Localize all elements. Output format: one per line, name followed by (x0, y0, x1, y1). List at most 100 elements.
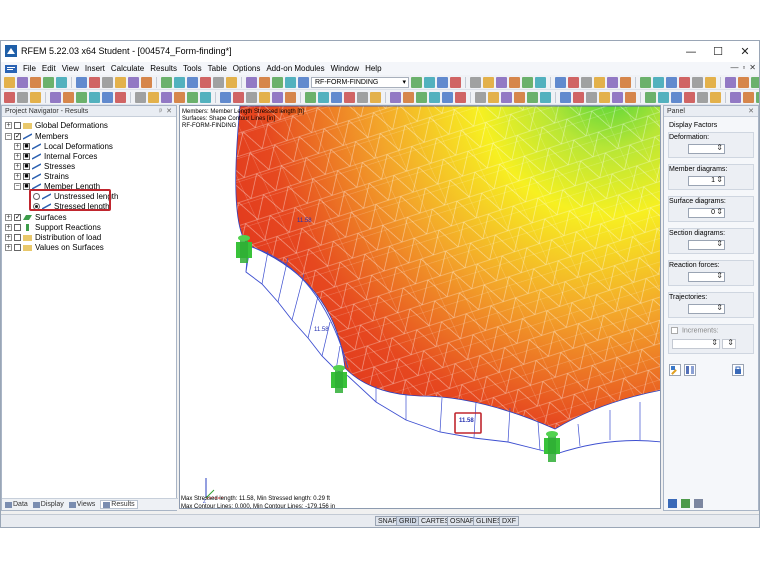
toolbar-tool-icon[interactable] (640, 76, 651, 88)
toolbar-tool-icon[interactable] (115, 76, 126, 88)
panel-tab-icon-3[interactable] (694, 499, 703, 508)
toolbar-tool-icon[interactable] (357, 91, 368, 103)
toolbar-tool-icon[interactable] (488, 91, 499, 103)
grid-toggle[interactable]: GRID (396, 516, 420, 526)
tree-local-deformations[interactable]: + ■ Local Deformations (14, 141, 113, 151)
toolbar-tool-icon[interactable] (115, 91, 126, 103)
checkbox[interactable]: ■ (23, 142, 30, 150)
panel-tab-icon-1[interactable] (668, 499, 677, 508)
toolbar-tool-icon[interactable] (285, 91, 296, 103)
increments-spinner[interactable] (722, 339, 736, 349)
toolbar-tool-icon[interactable] (429, 91, 440, 103)
toolbar-tool-icon[interactable] (174, 91, 185, 103)
toolbar-tool-icon[interactable] (666, 76, 677, 88)
tree-surfaces[interactable]: + ✓ Surfaces (5, 212, 67, 222)
toolbar-tool-icon[interactable] (76, 91, 87, 103)
toolbar-tool-icon[interactable] (50, 91, 61, 103)
toolbar-tool-icon[interactable] (135, 91, 146, 103)
toolbar-tool-icon[interactable] (743, 91, 754, 103)
toolbar-tool-icon[interactable] (483, 76, 494, 88)
columns-panel-button[interactable] (684, 364, 696, 376)
toolbar-tool-icon[interactable] (89, 76, 100, 88)
section-diagrams-spinner[interactable] (688, 240, 725, 250)
panel-tab-icon-2[interactable] (681, 499, 690, 508)
print-panel-button[interactable] (732, 364, 744, 376)
trajectories-spinner[interactable] (688, 304, 725, 314)
toolbar-tool-icon[interactable] (246, 76, 257, 88)
toolbar-tool-icon[interactable] (671, 91, 682, 103)
close-button[interactable]: ✕ (731, 43, 759, 59)
collapse-icon[interactable]: − (14, 182, 21, 190)
dxf-toggle[interactable]: DXF (499, 516, 519, 526)
toolbar-tool-icon[interactable] (318, 91, 329, 103)
toolbar-tool-icon[interactable] (102, 76, 113, 88)
toolbar-tool-icon[interactable] (76, 76, 87, 88)
doc-minimize-button[interactable]: — (730, 63, 738, 72)
toolbar-tool-icon[interactable] (30, 76, 41, 88)
toolbar-tool-icon[interactable] (527, 91, 538, 103)
toolbar-tool-icon[interactable] (555, 76, 566, 88)
menu-file[interactable]: File (23, 64, 36, 73)
checkbox[interactable] (14, 233, 21, 241)
checkbox[interactable]: ■ (23, 172, 30, 180)
toolbar-tool-icon[interactable] (30, 91, 41, 103)
tree-values-on-surfaces[interactable]: + Values on Surfaces (5, 242, 104, 252)
toolbar-tool-icon[interactable] (437, 76, 448, 88)
toolbar-tool-icon[interactable] (17, 76, 28, 88)
surface-diagrams-spinner[interactable]: 0 (688, 208, 725, 218)
toolbar-tool-icon[interactable] (599, 91, 610, 103)
toolbar-tool-icon[interactable] (501, 91, 512, 103)
toolbar-tool-icon[interactable] (455, 91, 466, 103)
expand-icon[interactable]: + (14, 152, 21, 160)
toolbar-tool-icon[interactable] (102, 91, 113, 103)
checkbox[interactable]: ✓ (14, 132, 21, 140)
document-icon[interactable] (4, 64, 18, 74)
minimize-button[interactable]: — (677, 43, 705, 59)
doc-restore-button[interactable]: ▫ (742, 63, 745, 72)
expand-icon[interactable]: + (5, 243, 12, 251)
tab-data[interactable]: Data (5, 501, 28, 508)
toolbar-tool-icon[interactable] (331, 91, 342, 103)
toolbar-tool-icon[interactable] (226, 76, 237, 88)
toolbar-tool-icon[interactable] (141, 76, 152, 88)
toolbar-tool-icon[interactable] (697, 91, 708, 103)
toolbar-tool-icon[interactable] (620, 76, 631, 88)
checkbox[interactable]: ■ (23, 162, 30, 170)
tree-internal-forces[interactable]: + ■ Internal Forces (14, 151, 97, 161)
increments-dropdown[interactable] (672, 339, 720, 349)
toolbar-tool-icon[interactable] (63, 91, 74, 103)
menu-edit[interactable]: Edit (42, 64, 56, 73)
toolbar-tool-icon[interactable] (305, 91, 316, 103)
toolbar-tool-icon[interactable] (705, 76, 716, 88)
toolbar-tool-icon[interactable] (285, 76, 296, 88)
toolbar-tool-icon[interactable] (213, 76, 224, 88)
toolbar-tool-icon[interactable] (612, 91, 623, 103)
toolbar-tool-icon[interactable] (751, 76, 759, 88)
toolbar-tool-icon[interactable] (540, 91, 551, 103)
toolbar-tool-icon[interactable] (470, 76, 481, 88)
toolbar-tool-icon[interactable] (679, 76, 690, 88)
toolbar-tool-icon[interactable] (645, 91, 656, 103)
toolbar-tool-icon[interactable] (272, 91, 283, 103)
toolbar-tool-icon[interactable] (370, 91, 381, 103)
checkbox[interactable]: ✓ (14, 213, 21, 221)
menu-tools[interactable]: Tools (183, 64, 202, 73)
toolbar-tool-icon[interactable] (187, 76, 198, 88)
toolbar-tool-icon[interactable] (514, 91, 525, 103)
toolbar-tool-icon[interactable] (187, 91, 198, 103)
checkbox[interactable] (14, 121, 21, 129)
menu-help[interactable]: Help (365, 64, 381, 73)
toolbar-tool-icon[interactable] (17, 91, 28, 103)
menu-options[interactable]: Options (233, 64, 261, 73)
toolbar-tool-icon[interactable] (756, 91, 759, 103)
toolbar-tool-icon[interactable] (416, 91, 427, 103)
toolbar-tool-icon[interactable] (161, 91, 172, 103)
tree-support-reactions[interactable]: + Support Reactions (5, 222, 101, 232)
toolbar-tool-icon[interactable] (200, 76, 211, 88)
toolbar-tool-icon[interactable] (475, 91, 486, 103)
toolbar-tool-icon[interactable] (586, 91, 597, 103)
deformation-spinner[interactable] (688, 144, 725, 154)
expand-icon[interactable]: + (5, 121, 12, 129)
tree-members[interactable]: − ✓ Members (5, 131, 68, 141)
toolbar-tool-icon[interactable] (692, 76, 703, 88)
